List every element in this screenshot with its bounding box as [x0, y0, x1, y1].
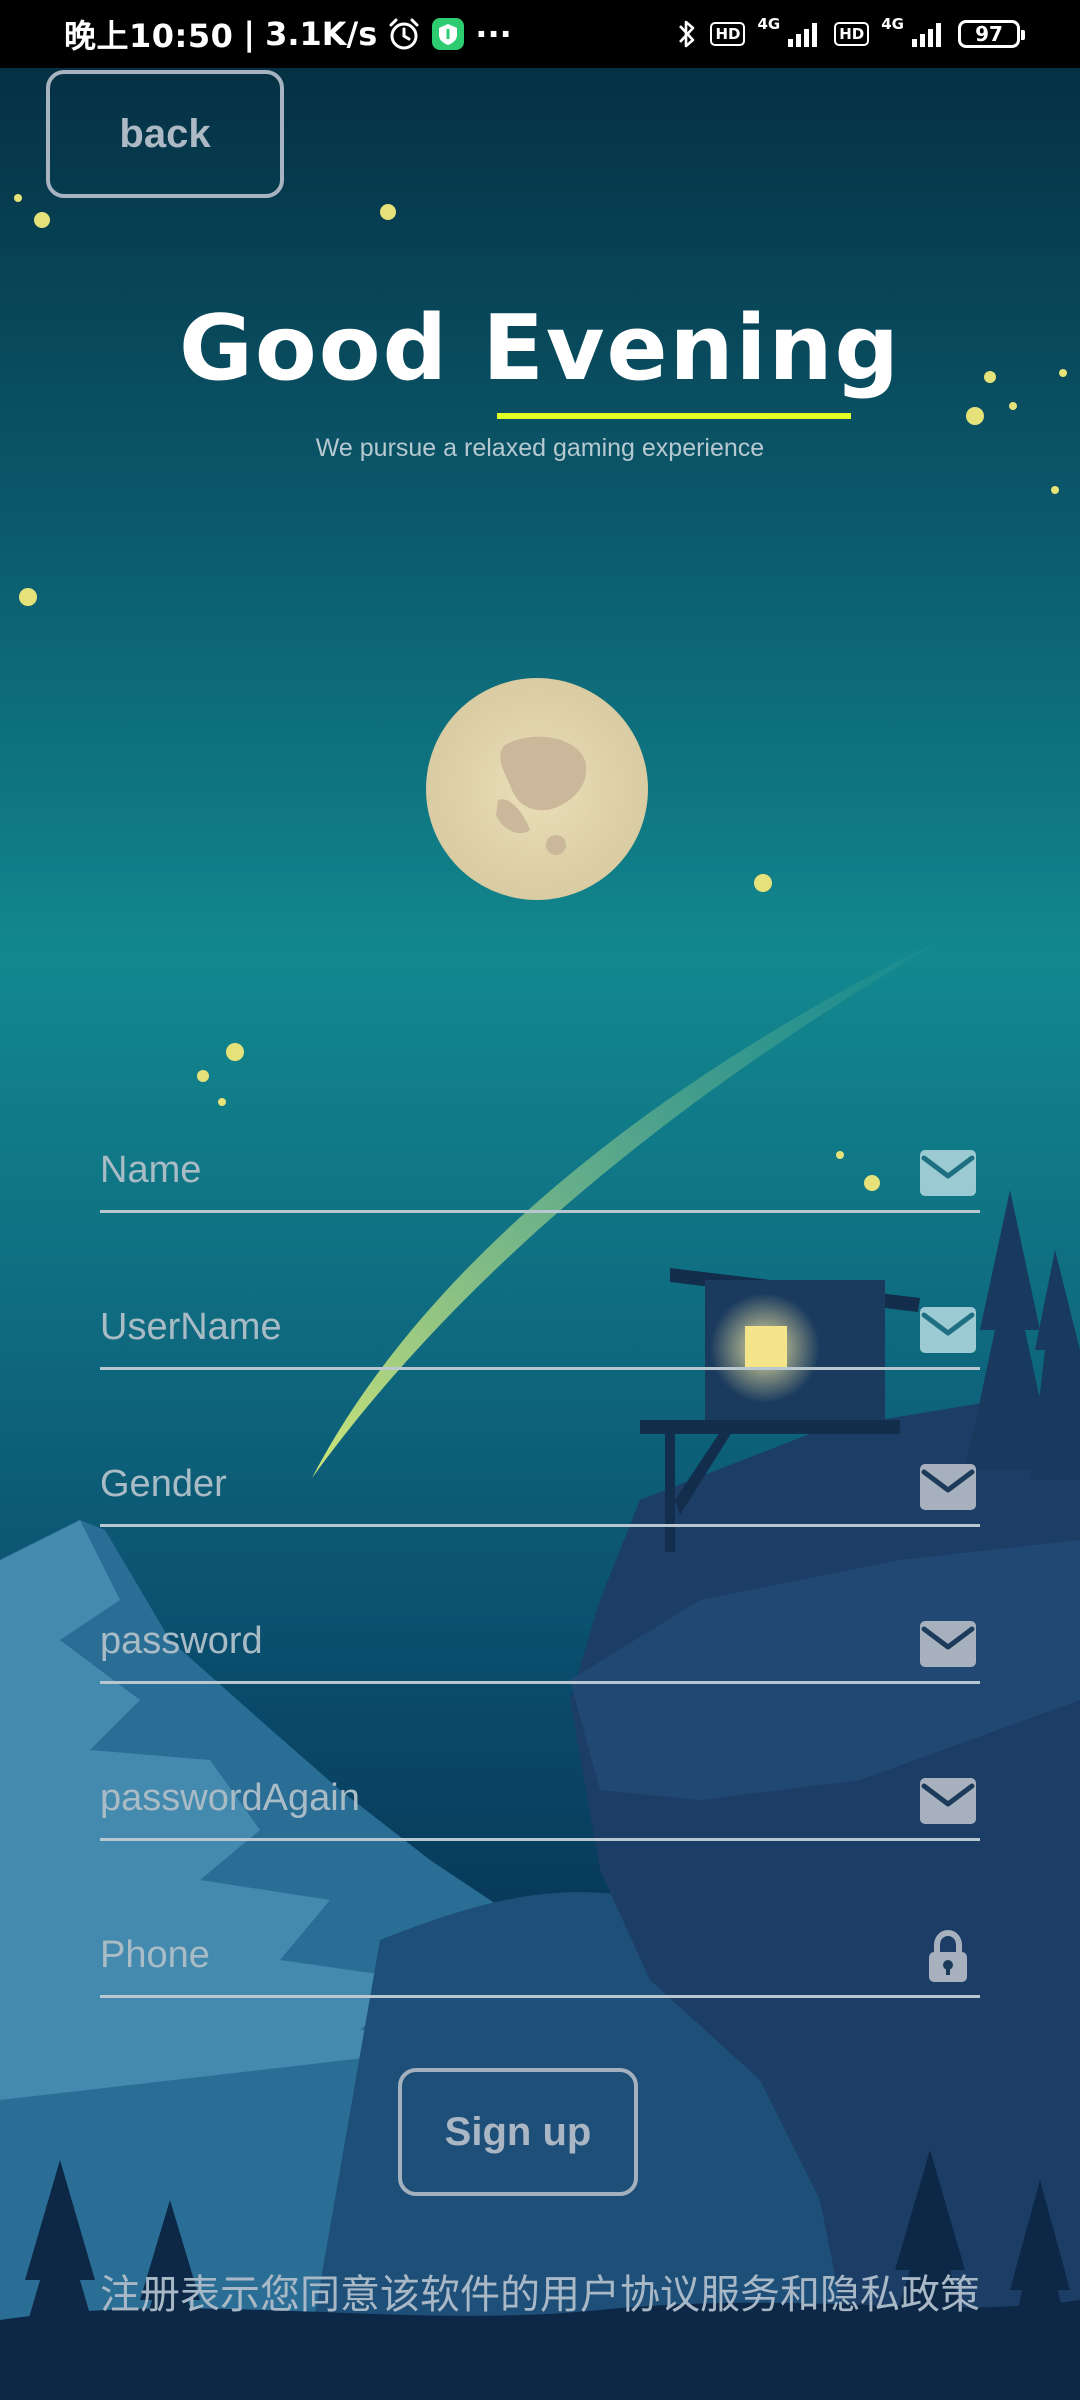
gender-field[interactable]: Gender: [100, 1447, 980, 1527]
signal-icon: [788, 23, 818, 47]
title-underline: [497, 413, 851, 419]
username-field-label: UserName: [100, 1306, 282, 1348]
hd-badge-1: HD: [710, 22, 746, 46]
pine-trees: [965, 1190, 1080, 1480]
status-time: 晚上10:50: [64, 17, 234, 55]
battery-icon: 97: [958, 20, 1025, 48]
agreement-text[interactable]: 注册表示您同意该软件的用户协议服务和隐私政策: [0, 2262, 1080, 2320]
name-field-label: Name: [100, 1149, 202, 1191]
name-field[interactable]: Name: [100, 1133, 980, 1213]
net-type-1: 4G: [757, 15, 781, 33]
alarm-icon: [389, 18, 419, 50]
status-more-indicator: ···: [475, 15, 512, 53]
status-bar: 晚上10:50 | 3.1K/s ··· HD 4G HD 4G 97: [0, 0, 1080, 68]
bluetooth-icon: [679, 20, 695, 48]
mail-icon: [920, 1150, 976, 1196]
password-again-field-label: passwordAgain: [100, 1777, 360, 1819]
mail-icon: [920, 1307, 976, 1353]
page-subtitle: We pursue a relaxed gaming experience: [315, 434, 765, 462]
shield-app-icon: [432, 18, 465, 50]
register-screen: 晚上10:50 | 3.1K/s ··· HD 4G HD 4G 97 back…: [0, 0, 1080, 2400]
back-button[interactable]: back: [46, 70, 284, 198]
mail-icon: [920, 1464, 976, 1510]
phone-field-label: Phone: [100, 1934, 210, 1976]
status-separator: |: [243, 15, 256, 53]
mail-icon: [920, 1778, 976, 1824]
username-field[interactable]: UserName: [100, 1290, 980, 1370]
status-net-speed: 3.1K/s: [265, 15, 378, 53]
moon: [426, 678, 648, 900]
gender-field-label: Gender: [100, 1463, 227, 1505]
lock-icon: [929, 1929, 967, 1982]
signal-icon-2: [912, 23, 941, 47]
status-left: 晚上10:50 | 3.1K/s ···: [64, 11, 512, 57]
password-field[interactable]: password: [100, 1604, 980, 1684]
password-field-label: password: [100, 1620, 263, 1662]
battery-level: 97: [975, 22, 1003, 46]
mail-icon: [920, 1621, 976, 1667]
net-type-2: 4G: [881, 15, 904, 33]
sign-up-button[interactable]: Sign up: [398, 2068, 638, 2196]
phone-field[interactable]: Phone: [100, 1918, 980, 1998]
password-again-field[interactable]: passwordAgain: [100, 1761, 980, 1841]
hd-badge-2: HD: [834, 22, 870, 46]
status-right: HD 4G HD 4G 97: [676, 15, 1025, 51]
page-title: Good Evening: [179, 296, 901, 401]
